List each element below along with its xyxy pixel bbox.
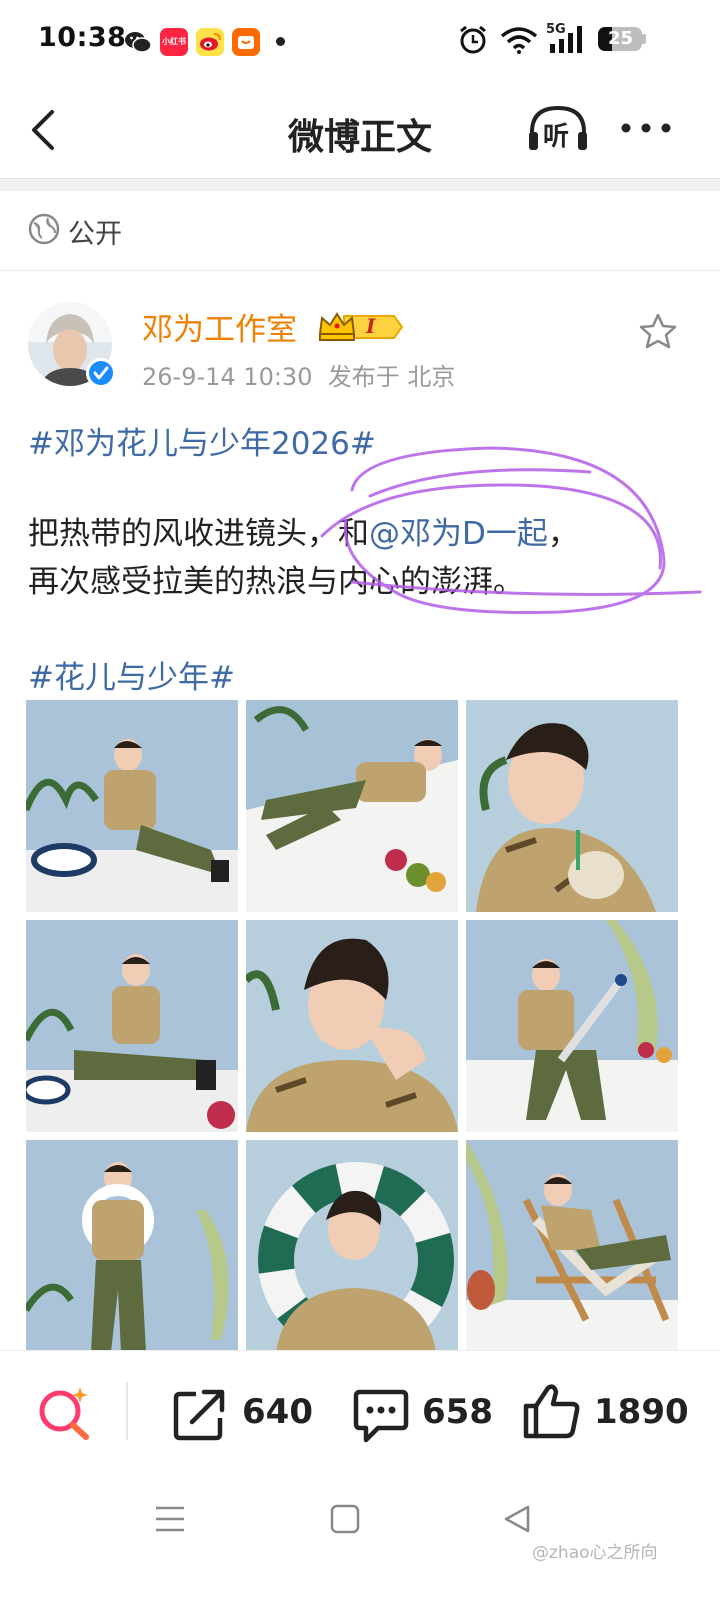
menu-nav-button[interactable] xyxy=(154,1504,186,1538)
taobao-icon xyxy=(232,28,260,56)
photo-9[interactable] xyxy=(466,1140,678,1350)
notification-dot xyxy=(276,37,285,46)
photo-7[interactable] xyxy=(26,1140,238,1350)
home-square-icon xyxy=(330,1504,360,1534)
status-time: 10:38 xyxy=(38,22,127,53)
comment-icon xyxy=(353,1389,409,1443)
photo-1[interactable] xyxy=(26,700,238,912)
listen-label: 听 xyxy=(543,122,570,152)
listen-button[interactable]: 听 xyxy=(526,102,590,158)
visibility-label: 公开 xyxy=(68,219,122,250)
more-icon xyxy=(621,123,671,133)
globe-icon xyxy=(28,213,60,249)
repost-count: 640 xyxy=(242,1392,313,1432)
battery-icon: 25 xyxy=(598,27,642,51)
post-meta: 26-9-14 10:30 发布于 北京 xyxy=(142,357,455,392)
home-nav-button[interactable] xyxy=(330,1504,360,1538)
post-date: 26-9-14 10:30 xyxy=(142,363,313,391)
comment-count: 658 xyxy=(422,1392,493,1432)
body-line-1: 把热带的风收进镜头，和@邓为D一起， xyxy=(28,516,579,552)
body-line-2: 再次感受拉美的热浪与内心的澎湃。 xyxy=(28,564,524,600)
like-button[interactable] xyxy=(522,1382,582,1444)
page-title: 微博正文 xyxy=(287,117,432,158)
share-icon xyxy=(173,1389,225,1441)
status-bar: 10:38 小红书 5G 25 xyxy=(0,0,720,80)
system-nav-bar xyxy=(0,1470,720,1604)
menu-icon xyxy=(156,1506,184,1532)
mention-link[interactable]: @邓为D一起 xyxy=(369,516,548,552)
signal-icon: 5G xyxy=(546,22,588,58)
photo-2[interactable] xyxy=(246,700,458,912)
photo-5[interactable] xyxy=(246,920,458,1132)
alarm-icon xyxy=(458,24,488,60)
xiaohongshu-icon: 小红书 xyxy=(160,28,188,56)
hashtag-link[interactable]: #花儿与少年# xyxy=(28,652,235,697)
favorite-button[interactable] xyxy=(638,312,678,354)
post-location: 发布于 北京 xyxy=(327,363,456,391)
more-options-button[interactable] xyxy=(618,110,674,150)
verified-icon xyxy=(86,358,116,388)
repost-button[interactable] xyxy=(172,1386,230,1446)
like-count: 1890 xyxy=(594,1392,689,1432)
wifi-icon xyxy=(500,26,538,58)
watermark: @zhao心之所向 xyxy=(532,1543,658,1563)
hashtag-link[interactable]: #邓为花儿与少年2026# xyxy=(28,418,376,463)
star-icon xyxy=(639,313,677,349)
photo-3[interactable] xyxy=(466,700,678,912)
author-name[interactable]: 邓为工作室 xyxy=(142,304,297,349)
vip-badge[interactable]: I xyxy=(318,310,404,348)
wechat-icon xyxy=(124,28,152,56)
photo-8[interactable] xyxy=(246,1140,458,1350)
search-button[interactable] xyxy=(36,1385,96,1445)
search-icon xyxy=(39,1387,89,1440)
post-body: 把热带的风收进镜头，和@邓为D一起， 再次感受拉美的热浪与内心的澎湃。 xyxy=(28,510,668,606)
photo-4[interactable] xyxy=(26,920,238,1132)
thumbs-up-icon xyxy=(523,1384,580,1439)
triangle-back-icon xyxy=(504,1505,530,1533)
comment-button[interactable] xyxy=(352,1386,410,1448)
back-nav-button[interactable] xyxy=(502,1504,532,1538)
weibo-icon xyxy=(196,28,224,56)
photo-6[interactable] xyxy=(466,920,678,1132)
divider xyxy=(126,1382,128,1440)
